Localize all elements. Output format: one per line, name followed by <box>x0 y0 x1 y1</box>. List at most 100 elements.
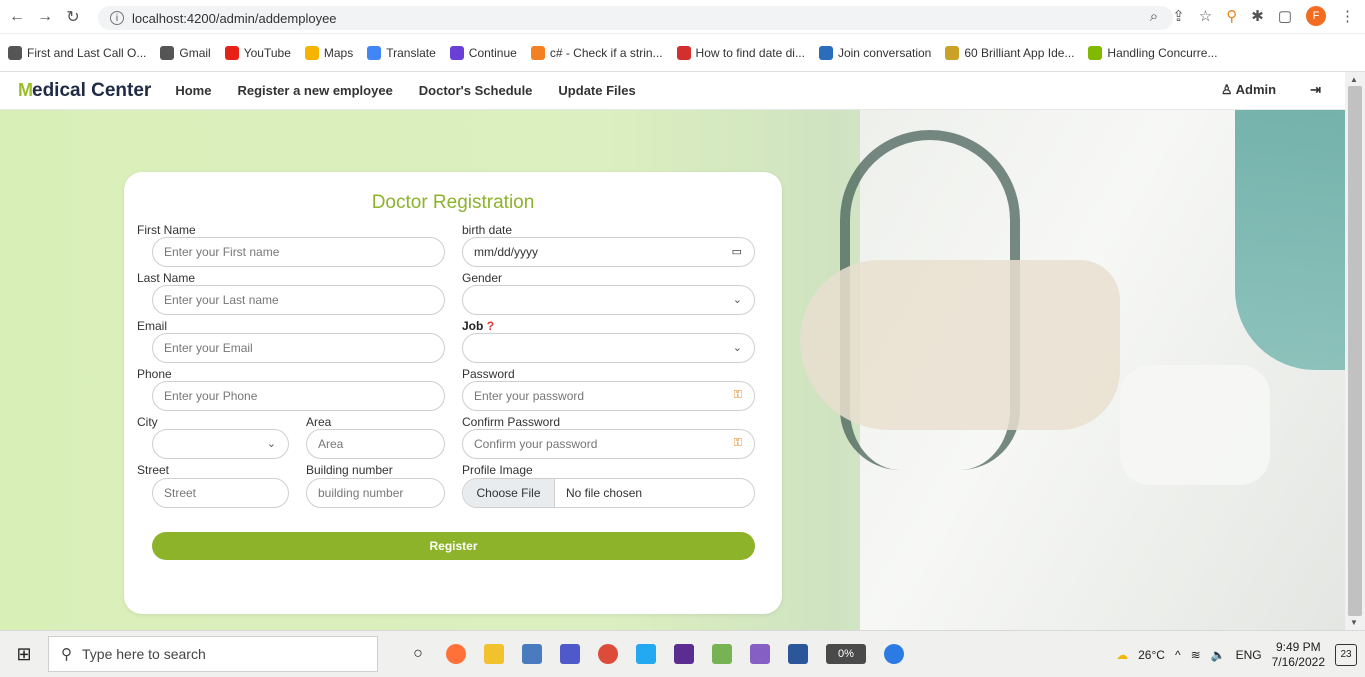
nav-home[interactable]: Home <box>175 83 211 98</box>
last-name-field[interactable] <box>152 285 445 315</box>
confirm-password-field[interactable]: ⚿ <box>462 429 755 459</box>
password-field[interactable]: ⚿ <box>462 381 755 411</box>
star-icon[interactable]: ☆ <box>1199 7 1212 25</box>
phone-field[interactable] <box>152 381 445 411</box>
taskbar-search[interactable]: ⚲ Type here to search <box>48 636 378 672</box>
email-field[interactable] <box>152 333 445 363</box>
phone-input[interactable] <box>164 389 444 403</box>
back-arrow-icon[interactable]: ← <box>6 6 28 28</box>
volume-icon[interactable]: 🔈 <box>1211 648 1226 662</box>
forward-arrow-icon[interactable]: → <box>34 6 56 28</box>
gender-select[interactable]: ⌄ <box>462 285 755 315</box>
bookmark-item[interactable]: Gmail <box>160 45 211 60</box>
key-icon[interactable]: ⚿ <box>734 437 742 450</box>
site-info-icon[interactable]: i <box>110 11 124 25</box>
search-icon: ⚲ <box>61 646 72 663</box>
email-input[interactable] <box>164 341 444 355</box>
confirm-password-input[interactable] <box>474 437 754 451</box>
bookmark-label: Handling Concurre... <box>1107 45 1218 60</box>
job-select[interactable]: ⌄ <box>462 333 755 363</box>
taskbar-apps: ○ 0% <box>408 644 904 664</box>
street-field[interactable] <box>152 478 289 508</box>
phone-label: Phone <box>137 367 172 381</box>
vscode-icon[interactable] <box>636 644 656 664</box>
bookmark-item[interactable]: Maps <box>304 45 353 60</box>
area-field[interactable] <box>306 429 445 459</box>
teams-icon[interactable] <box>560 644 580 664</box>
visual-studio-2-icon[interactable] <box>750 644 770 664</box>
password-label: Password <box>462 367 515 381</box>
bookmark-item[interactable]: Translate <box>367 45 436 60</box>
building-number-input[interactable] <box>318 486 444 500</box>
clock[interactable]: 9:49 PM 7/16/2022 <box>1272 640 1325 670</box>
building-number-field[interactable] <box>306 478 445 508</box>
first-name-field[interactable] <box>152 237 445 267</box>
brand[interactable]: M edical Center <box>18 80 151 102</box>
address-bar[interactable]: i localhost:4200/admin/addemployee <box>98 6 1173 30</box>
network-icon[interactable]: ≋ <box>1191 648 1201 662</box>
city-select[interactable]: ⌄ <box>152 429 289 459</box>
password-input[interactable] <box>474 389 754 403</box>
bookmark-item[interactable]: c# - Check if a strin... <box>530 45 663 60</box>
bookmark-label: YouTube <box>243 45 291 60</box>
calculator-icon[interactable] <box>522 644 542 664</box>
language-indicator[interactable]: ENG <box>1236 648 1262 662</box>
scroll-down-icon[interactable]: ▼ <box>1350 618 1358 627</box>
area-input[interactable] <box>318 437 444 451</box>
scrollbar-thumb[interactable] <box>1348 86 1362 616</box>
nav-doctors-schedule[interactable]: Doctor's Schedule <box>419 83 533 98</box>
chrome-icon[interactable] <box>598 644 618 664</box>
bookmark-item[interactable]: First and Last Call O... <box>8 45 146 60</box>
bookmark-item[interactable]: Continue <box>449 45 517 60</box>
notifications-icon[interactable]: 23 <box>1335 643 1357 666</box>
choose-file-button[interactable]: Choose File <box>463 479 555 507</box>
tray-chevron-up-icon[interactable]: ^ <box>1175 648 1181 662</box>
browser-actions: ⌕ ⇪ ☆ ⚲ ✱ ▢ F ⋮ <box>1150 6 1355 26</box>
weather-temp[interactable]: 26°C <box>1138 648 1165 662</box>
nav-update-files[interactable]: Update Files <box>558 83 635 98</box>
scroll-up-icon[interactable]: ▲ <box>1350 75 1358 84</box>
windows-start-icon[interactable]: ⊞ <box>0 631 48 677</box>
side-panel-icon[interactable]: ▢ <box>1278 7 1292 25</box>
last-name-input[interactable] <box>164 293 444 307</box>
calendar-icon[interactable]: ▭ <box>732 245 742 258</box>
birth-date-label: birth date <box>462 223 513 237</box>
birth-date-placeholder: mm/dd/yyyy <box>474 245 539 259</box>
nav-admin[interactable]: ♙ Admin <box>1221 82 1276 98</box>
file-explorer-icon[interactable] <box>484 644 504 664</box>
bookmark-item[interactable]: Join conversation <box>818 45 932 60</box>
extensions-icon[interactable]: ✱ <box>1251 7 1264 25</box>
share-icon[interactable]: ⇪ <box>1172 7 1185 25</box>
nav-right: ♙ Admin ⇥ <box>1221 82 1321 98</box>
register-button[interactable]: Register <box>152 532 755 560</box>
bookmark-item[interactable]: How to find date di... <box>676 45 805 60</box>
bookmark-item[interactable]: 60 Brilliant App Ide... <box>945 45 1074 60</box>
first-name-input[interactable] <box>164 245 444 259</box>
birth-date-field[interactable]: mm/dd/yyyy ▭ <box>462 237 755 267</box>
bookmark-item[interactable]: YouTube <box>224 45 291 60</box>
page-scrollbar[interactable]: ▲ ▼ <box>1345 72 1365 630</box>
last-name-label: Last Name <box>137 271 196 285</box>
weather-icon[interactable]: ☁ <box>1116 648 1128 662</box>
word-icon[interactable] <box>788 644 808 664</box>
bookmark-favicon-icon <box>945 45 960 60</box>
bookmark-label: Join conversation <box>837 45 932 60</box>
key-icon[interactable]: ⚲ <box>1226 7 1237 25</box>
profile-avatar[interactable]: F <box>1306 6 1326 26</box>
key-icon[interactable]: ⚿ <box>734 389 742 402</box>
firefox-icon[interactable] <box>446 644 466 664</box>
battery-icon[interactable]: 0% <box>826 644 866 664</box>
reload-icon[interactable]: ↻ <box>62 6 84 28</box>
logout-icon[interactable]: ⇥ <box>1310 82 1321 98</box>
help-icon[interactable] <box>884 644 904 664</box>
menu-kebab-icon[interactable]: ⋮ <box>1340 7 1355 25</box>
app-icon[interactable] <box>712 644 732 664</box>
nav-register-employee[interactable]: Register a new employee <box>237 83 392 98</box>
bookmark-item[interactable]: Handling Concurre... <box>1088 45 1218 60</box>
street-input[interactable] <box>164 486 288 500</box>
visual-studio-icon[interactable] <box>674 644 694 664</box>
profile-image-field[interactable]: Choose File No file chosen <box>462 478 755 508</box>
zoom-icon[interactable]: ⌕ <box>1150 8 1158 25</box>
job-label-text: Job <box>462 319 484 333</box>
cortana-icon[interactable]: ○ <box>408 644 428 664</box>
